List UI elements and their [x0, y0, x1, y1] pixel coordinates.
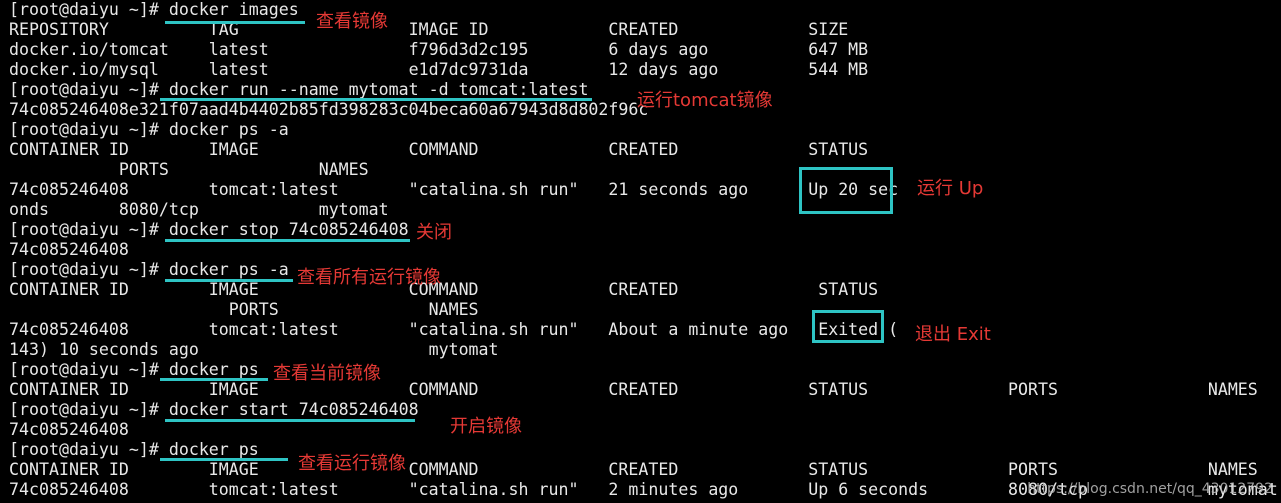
- terminal-line: [root@daiyu ~]# docker stop 74c085246408: [9, 220, 409, 239]
- command-underline: [165, 239, 410, 242]
- terminal-line: PORTS NAMES: [9, 300, 479, 319]
- terminal-line: [root@daiyu ~]# docker images: [9, 0, 299, 19]
- terminal-line: CONTAINER ID IMAGE COMMAND CREATED STATU…: [9, 460, 1258, 479]
- terminal-line: docker.io/tomcat latest f796d3d2c195 6 d…: [9, 40, 869, 59]
- terminal-line: docker.io/mysql latest e1d7dc9731da 12 d…: [9, 60, 869, 79]
- terminal-line: [root@daiyu ~]# docker ps -a: [9, 120, 289, 139]
- terminal-line: 74c085246408: [9, 240, 129, 259]
- annotation-view-current: 查看当前镜像: [273, 363, 381, 384]
- annotation-start: 开启镜像: [450, 416, 522, 437]
- annotation-running-up: 运行 Up: [917, 178, 984, 199]
- watermark: https://blog.csdn.net/qq_43012792: [1027, 481, 1273, 497]
- terminal-line: 74c085246408 tomcat:latest "catalina.sh …: [9, 180, 899, 199]
- terminal-line: [root@daiyu ~]# docker ps -a: [9, 260, 289, 279]
- terminal-line: 74c085246408: [9, 420, 129, 439]
- terminal-line: 74c085246408 tomcat:latest "catalina.sh …: [9, 320, 899, 339]
- terminal-line: [root@daiyu ~]# docker ps: [9, 440, 259, 459]
- annotation-view-running: 查看运行镜像: [298, 453, 406, 474]
- annotation-view-all: 查看所有运行镜像: [297, 267, 441, 288]
- command-underline: [160, 458, 288, 461]
- annotation-run-tomcat: 运行tomcat镜像: [637, 90, 773, 111]
- command-underline: [165, 21, 305, 24]
- command-underline: [160, 98, 592, 101]
- status-up-highlight-box: [799, 167, 893, 214]
- terminal-line: CONTAINER ID IMAGE COMMAND CREATED STATU…: [9, 380, 1258, 399]
- terminal-line: PORTS NAMES: [9, 160, 369, 179]
- terminal-line: REPOSITORY TAG IMAGE ID CREATED SIZE: [9, 20, 849, 39]
- status-exited-highlight-box: [812, 310, 884, 343]
- terminal-line: onds 8080/tcp mytomat: [9, 200, 389, 219]
- terminal-line: 74c085246408e321f07aad4b4402b85fd398283c…: [9, 100, 649, 119]
- terminal-line: CONTAINER ID IMAGE COMMAND CREATED STATU…: [9, 280, 879, 299]
- annotation-exit: 退出 Exit: [915, 324, 991, 345]
- terminal-line: 143) 10 seconds ago mytomat: [9, 340, 499, 359]
- terminal-line: CONTAINER ID IMAGE COMMAND CREATED STATU…: [9, 140, 869, 159]
- terminal-line: [root@daiyu ~]# docker run --name mytoma…: [9, 80, 589, 99]
- command-underline: [165, 419, 415, 422]
- terminal-line: [root@daiyu ~]# docker start 74c08524640…: [9, 400, 419, 419]
- terminal-window[interactable]: [root@daiyu ~]# docker images REPOSITORY…: [0, 0, 1281, 503]
- terminal-line: [root@daiyu ~]# docker ps: [9, 360, 259, 379]
- command-underline: [160, 378, 268, 381]
- annotation-stop: 关闭: [416, 222, 452, 243]
- annotation-view-images: 查看镜像: [316, 11, 388, 32]
- command-underline: [165, 279, 293, 282]
